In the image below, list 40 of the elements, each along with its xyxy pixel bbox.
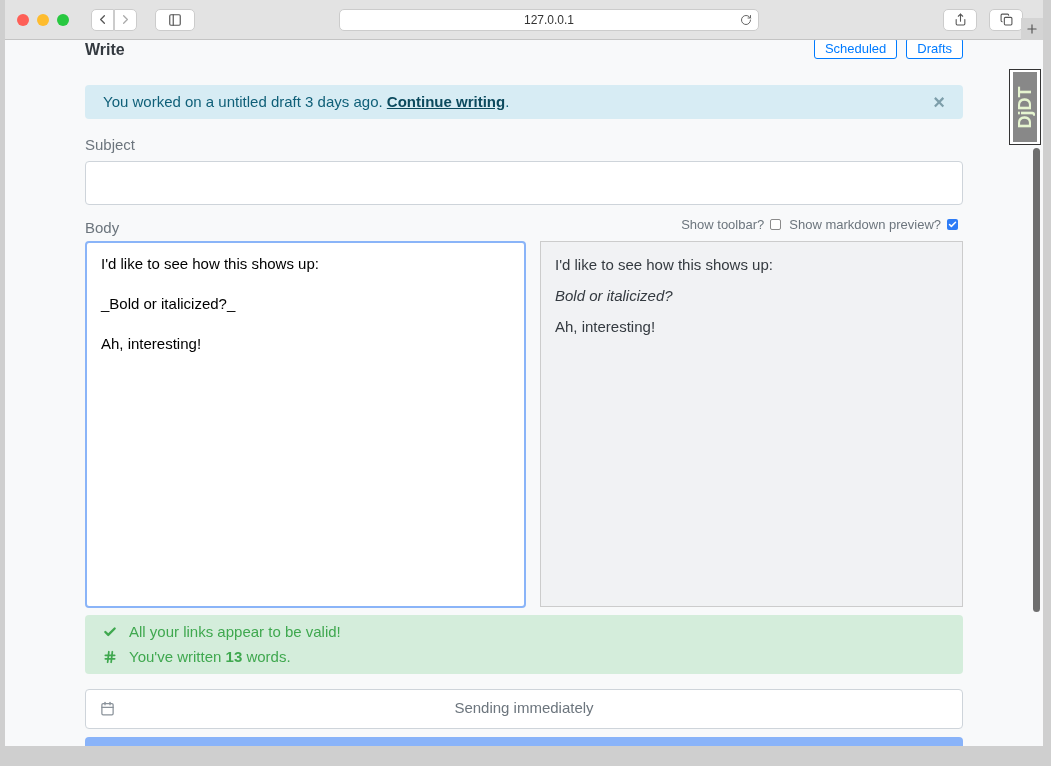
checkbox[interactable] [947, 219, 958, 231]
zoom-window-icon[interactable] [57, 13, 69, 26]
checkmark-icon [103, 624, 117, 639]
page-title: Write [85, 40, 125, 60]
preview-paragraph: I'd like to see how this shows up: [555, 254, 774, 275]
address-bar[interactable]: 127.0.0.1 [339, 8, 759, 31]
calendar-icon [100, 701, 115, 716]
reload-icon [740, 13, 752, 26]
validation-message: All your links appear to be valid! [129, 622, 341, 641]
sidebar-button[interactable] [155, 8, 195, 31]
preview-paragraph: Ah, interesting! [555, 316, 657, 337]
header-button[interactable]: Scheduled [813, 40, 898, 59]
header-button[interactable]: Drafts [906, 40, 963, 59]
sidebar-icon [168, 12, 182, 27]
forward-button[interactable] [114, 8, 137, 31]
body-editor[interactable]: I'd like to see how this shows up: _Bold or italicized?_ Ah, interesting! [85, 240, 526, 608]
body-label: Body [85, 219, 120, 235]
schedule-field[interactable]: Sending immediately [85, 688, 963, 729]
tabs-icon [999, 13, 1013, 26]
subject-label: Subject [85, 135, 137, 155]
checkbox[interactable] [770, 219, 782, 231]
share-button[interactable] [943, 8, 977, 31]
share-icon [953, 13, 967, 26]
schedule-text: Sending immediately [454, 698, 594, 719]
tabs-button[interactable] [989, 8, 1023, 31]
option-label: Show toolbar? [681, 216, 765, 234]
continue-writing-link[interactable]: Continue writing [386, 92, 506, 110]
subject-field[interactable] [85, 160, 963, 205]
debug-toolbar-handle[interactable]: DjDT [1009, 69, 1041, 145]
new-tab-button[interactable] [1021, 18, 1043, 40]
option-label: Show markdown preview? [789, 216, 941, 234]
plus-icon [1025, 22, 1039, 36]
minimize-window-icon[interactable] [37, 13, 49, 26]
back-button[interactable] [91, 8, 114, 31]
alert-message: You worked on a untitled draft 3 days ago. Continue writing. [103, 91, 510, 112]
handle-label: DjDT [1013, 86, 1036, 128]
preview-paragraph: Bold or italicized? [555, 285, 674, 306]
close-window-icon[interactable] [17, 13, 29, 26]
hash-icon [103, 649, 117, 664]
validation-message: You've written 13 words. [129, 647, 291, 666]
